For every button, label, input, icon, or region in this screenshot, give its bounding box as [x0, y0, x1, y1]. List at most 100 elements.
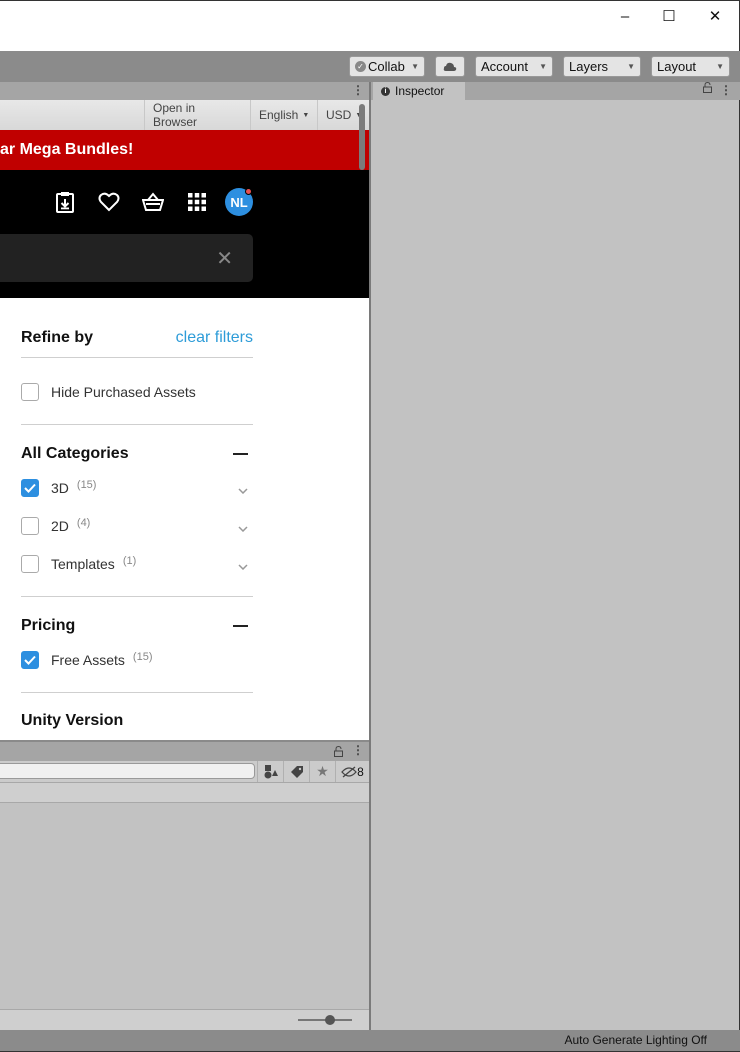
- maximize-button[interactable]: ☐: [646, 5, 692, 27]
- checkbox-3d[interactable]: [21, 479, 39, 497]
- heart-icon[interactable]: [97, 190, 121, 214]
- tag-icon: [290, 765, 303, 778]
- unity-version-heading: Unity Version: [21, 712, 124, 729]
- category-row-3d[interactable]: 3D (15): [21, 478, 253, 498]
- divider: [21, 424, 253, 425]
- chevron-down-icon: ▼: [716, 62, 724, 71]
- cloud-button[interactable]: [435, 56, 465, 77]
- lock-icon[interactable]: [703, 81, 712, 96]
- inspector-panel: [371, 100, 740, 1030]
- all-categories-heading: All Categories: [21, 445, 129, 462]
- tab-inspector[interactable]: i Inspector: [373, 82, 465, 100]
- project-search-input[interactable]: [0, 763, 255, 779]
- chevron-down-icon: ▼: [627, 62, 635, 71]
- layers-label: Layers: [569, 59, 609, 74]
- filter-by-label-button[interactable]: [283, 761, 309, 782]
- search-input[interactable]: ✕: [0, 234, 253, 282]
- filter-by-type-button[interactable]: [257, 761, 283, 782]
- currency-label: USD: [326, 108, 352, 122]
- account-label: Account: [481, 59, 528, 74]
- pricing-heading: Pricing: [21, 617, 76, 634]
- account-dropdown[interactable]: Account ▼: [475, 56, 553, 77]
- collapse-icon[interactable]: [233, 453, 248, 455]
- close-icon[interactable]: ✕: [216, 246, 233, 271]
- hidden-packages-button[interactable]: 8: [335, 761, 369, 782]
- webview-scrollbar[interactable]: [359, 104, 365, 170]
- lock-icon[interactable]: [334, 744, 343, 762]
- main-toolbar: ✓ Collab ▼ Account ▼ Layers ▼ Layout ▼: [0, 51, 740, 82]
- favorites-button[interactable]: ★: [309, 761, 335, 782]
- category-count: (1): [122, 555, 137, 567]
- more-options-icon[interactable]: ⋮: [352, 83, 364, 97]
- checkbox-templates[interactable]: [21, 555, 39, 573]
- divider: [21, 357, 253, 358]
- checkmark-icon: [24, 655, 36, 665]
- language-dropdown[interactable]: English ▼: [250, 100, 317, 130]
- layout-label: Layout: [657, 59, 697, 74]
- pricing-row-free[interactable]: Free Assets (15): [21, 650, 253, 670]
- asset-store-tab-bar: ⋮: [0, 82, 370, 100]
- asset-store-webview: Open in Browser English ▼ USD ▼ ar Mega …: [0, 100, 369, 740]
- downloads-icon[interactable]: [53, 190, 77, 214]
- hide-purchased-label: Hide Purchased Assets: [51, 384, 196, 400]
- project-footer: [0, 1009, 369, 1030]
- more-options-icon[interactable]: ⋮: [720, 83, 732, 97]
- project-content-area[interactable]: [0, 803, 369, 1009]
- chevron-down-icon[interactable]: [238, 481, 248, 499]
- cloud-icon: [443, 62, 457, 71]
- category-label: Templates: [51, 556, 115, 572]
- checkbox-2d[interactable]: [21, 517, 39, 535]
- checkmark-icon: [24, 483, 36, 493]
- hide-purchased-row[interactable]: Hide Purchased Assets: [21, 382, 253, 402]
- hidden-count: 8: [357, 764, 364, 779]
- inspector-tab-bar: i Inspector ⋮: [371, 81, 740, 100]
- divider: [21, 596, 253, 597]
- category-row-templates[interactable]: Templates (1): [21, 554, 253, 574]
- apps-grid-icon[interactable]: [185, 190, 209, 214]
- category-label: 2D: [51, 518, 69, 534]
- status-bar: Auto Generate Lighting Off: [0, 1030, 740, 1052]
- pricing-label: Free Assets: [51, 652, 125, 668]
- clear-filters-link[interactable]: clear filters: [176, 329, 253, 347]
- promo-banner[interactable]: ar Mega Bundles!: [0, 130, 369, 170]
- chevron-down-icon[interactable]: [238, 557, 248, 575]
- pricing-count: (15): [132, 651, 153, 663]
- inspector-tab-label: Inspector: [395, 84, 445, 98]
- open-in-browser-button[interactable]: Open in Browser: [144, 100, 249, 130]
- category-count: (4): [76, 517, 91, 529]
- chevron-down-icon: ▼: [411, 62, 419, 71]
- shapes-icon: [264, 764, 278, 778]
- close-button[interactable]: ✕: [692, 5, 738, 27]
- basket-icon[interactable]: [141, 190, 165, 214]
- filters-panel: Refine by clear filters Hide Purchased A…: [21, 328, 253, 731]
- store-nav-bar: NL ✕: [0, 170, 369, 298]
- divider: [21, 692, 253, 693]
- collab-label: Collab: [368, 59, 405, 74]
- layout-dropdown[interactable]: Layout ▼: [651, 56, 730, 77]
- store-top-bar: Open in Browser English ▼ USD ▼: [0, 100, 369, 130]
- project-breadcrumb-bar: [0, 782, 369, 803]
- project-toolbar: ★ 8: [0, 761, 369, 782]
- icon-size-slider-handle[interactable]: [325, 1015, 335, 1025]
- star-icon: ★: [316, 763, 329, 779]
- minimize-button[interactable]: –: [602, 5, 648, 27]
- refine-by-heading: Refine by: [21, 329, 94, 346]
- chevron-down-icon: ▼: [539, 62, 547, 71]
- notification-badge: [245, 188, 252, 195]
- layers-dropdown[interactable]: Layers ▼: [563, 56, 641, 77]
- window-title-bar: – ☐ ✕: [0, 0, 740, 51]
- status-text[interactable]: Auto Generate Lighting Off: [564, 1033, 707, 1047]
- project-tab-bar: ⋮: [0, 740, 369, 761]
- category-row-2d[interactable]: 2D (4): [21, 516, 253, 536]
- chevron-down-icon[interactable]: [238, 519, 248, 537]
- check-circle-icon: ✓: [355, 61, 366, 72]
- hide-purchased-checkbox[interactable]: [21, 383, 39, 401]
- category-label: 3D: [51, 480, 69, 496]
- promo-text: ar Mega Bundles!: [0, 141, 134, 158]
- collab-dropdown[interactable]: ✓ Collab ▼: [349, 56, 425, 77]
- more-options-icon[interactable]: ⋮: [352, 743, 364, 757]
- language-label: English: [259, 108, 299, 122]
- category-count: (15): [76, 479, 97, 491]
- collapse-icon[interactable]: [233, 625, 248, 627]
- checkbox-free-assets[interactable]: [21, 651, 39, 669]
